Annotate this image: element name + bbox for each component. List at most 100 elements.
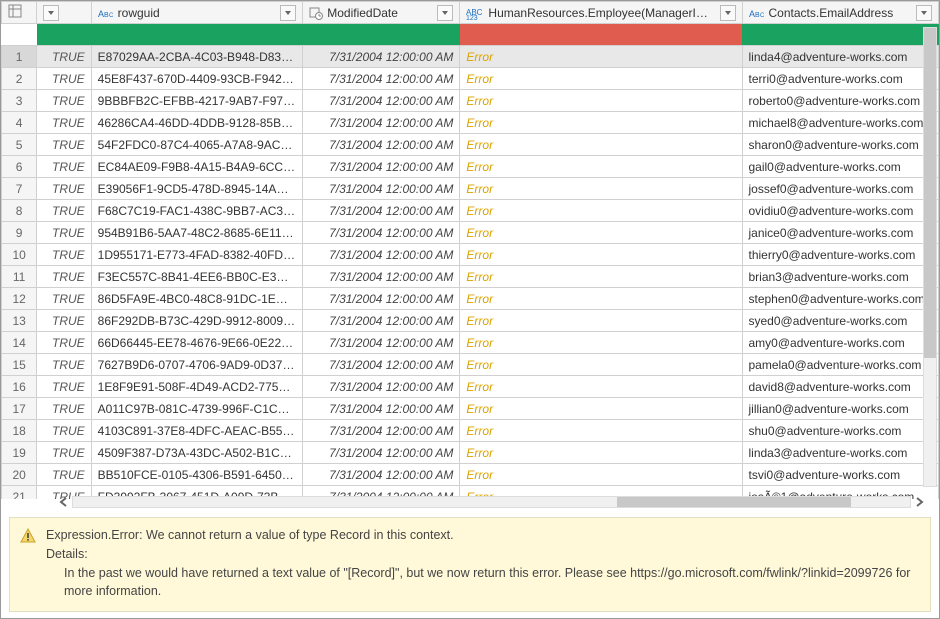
cell-title-error[interactable]: Error	[460, 442, 742, 464]
cell-modifieddate[interactable]: 7/31/2004 12:00:00 AM	[303, 354, 460, 376]
row-number[interactable]: 20	[2, 464, 37, 486]
row-number[interactable]: 15	[2, 354, 37, 376]
row-number[interactable]: 19	[2, 442, 37, 464]
cell-bool[interactable]: TRUE	[37, 134, 91, 156]
corner-cell[interactable]	[2, 2, 37, 24]
cell-rowguid[interactable]: 4103C891-37E8-4DFC-AEAC-B55E2BC1B...	[91, 420, 303, 442]
cell-rowguid[interactable]: 46286CA4-46DD-4DDB-9128-85B67E98D...	[91, 112, 303, 134]
cell-modifieddate[interactable]: 7/31/2004 12:00:00 AM	[303, 420, 460, 442]
cell-rowguid[interactable]: 86D5FA9E-4BC0-48C8-91DC-1EC467418...	[91, 288, 303, 310]
cell-rowguid[interactable]: 54F2FDC0-87C4-4065-A7A8-9AC8EA624...	[91, 134, 303, 156]
table-row[interactable]: 6TRUEEC84AE09-F9B8-4A15-B4A9-6CCBAB919..…	[2, 156, 939, 178]
cell-title-error[interactable]: Error	[460, 464, 742, 486]
table-row[interactable]: 5TRUE54F2FDC0-87C4-4065-A7A8-9AC8EA624..…	[2, 134, 939, 156]
cell-bool[interactable]: TRUE	[37, 464, 91, 486]
table-row[interactable]: 8TRUEF68C7C19-FAC1-438C-9BB7-AC33FCC34..…	[2, 200, 939, 222]
cell-rowguid[interactable]: F3EC557C-8B41-4EE6-BB0C-E3B93AFF81...	[91, 266, 303, 288]
cell-modifieddate[interactable]: 7/31/2004 12:00:00 AM	[303, 244, 460, 266]
row-number[interactable]: 8	[2, 200, 37, 222]
cell-title-error[interactable]: Error	[460, 266, 742, 288]
cell-bool[interactable]: TRUE	[37, 398, 91, 420]
table-row[interactable]: 14TRUE66D66445-EE78-4676-9E66-0E22D6109A…	[2, 332, 939, 354]
table-row[interactable]: 18TRUE4103C891-37E8-4DFC-AEAC-B55E2BC1B.…	[2, 420, 939, 442]
cell-title-error[interactable]: Error	[460, 134, 742, 156]
cell-email[interactable]: syed0@adventure-works.com	[742, 310, 939, 332]
cell-title-error[interactable]: Error	[460, 68, 742, 90]
cell-email[interactable]: david8@adventure-works.com	[742, 376, 939, 398]
row-number[interactable]: 3	[2, 90, 37, 112]
cell-email[interactable]: jossef0@adventure-works.com	[742, 178, 939, 200]
cell-bool[interactable]: TRUE	[37, 178, 91, 200]
cell-modifieddate[interactable]: 7/31/2004 12:00:00 AM	[303, 68, 460, 90]
cell-modifieddate[interactable]: 7/31/2004 12:00:00 AM	[303, 288, 460, 310]
cell-bool[interactable]: TRUE	[37, 90, 91, 112]
cell-rowguid[interactable]: 66D66445-EE78-4676-9E66-0E22D6109A...	[91, 332, 303, 354]
cell-title-error[interactable]: Error	[460, 376, 742, 398]
row-number[interactable]: 4	[2, 112, 37, 134]
cell-modifieddate[interactable]: 7/31/2004 12:00:00 AM	[303, 178, 460, 200]
cell-rowguid[interactable]: E87029AA-2CBA-4C03-B948-D83AF0313...	[91, 46, 303, 68]
table-row[interactable]: 20TRUEBB510FCE-0105-4306-B591-6450D9EBF4…	[2, 464, 939, 486]
cell-title-error[interactable]: Error	[460, 244, 742, 266]
cell-email[interactable]: ovidiu0@adventure-works.com	[742, 200, 939, 222]
cell-title-error[interactable]: Error	[460, 288, 742, 310]
table-row[interactable]: 4TRUE46286CA4-46DD-4DDB-9128-85B67E98D..…	[2, 112, 939, 134]
table-row[interactable]: 11TRUEF3EC557C-8B41-4EE6-BB0C-E3B93AFF81…	[2, 266, 939, 288]
cell-bool[interactable]: TRUE	[37, 442, 91, 464]
row-number[interactable]: 6	[2, 156, 37, 178]
cell-email[interactable]: sharon0@adventure-works.com	[742, 134, 939, 156]
cell-modifieddate[interactable]: 7/31/2004 12:00:00 AM	[303, 90, 460, 112]
cell-email[interactable]: terri0@adventure-works.com	[742, 68, 939, 90]
cell-email[interactable]: linda3@adventure-works.com	[742, 442, 939, 464]
row-number[interactable]: 12	[2, 288, 37, 310]
cell-modifieddate[interactable]: 7/31/2004 12:00:00 AM	[303, 398, 460, 420]
cell-email[interactable]: janice0@adventure-works.com	[742, 222, 939, 244]
cell-email[interactable]: tsvi0@adventure-works.com	[742, 464, 939, 486]
table-row[interactable]: 1TRUEE87029AA-2CBA-4C03-B948-D83AF0313..…	[2, 46, 939, 68]
cell-bool[interactable]: TRUE	[37, 288, 91, 310]
cell-rowguid[interactable]: A011C97B-081C-4739-996F-C1CAC4532F...	[91, 398, 303, 420]
scroll-left-icon[interactable]	[56, 494, 72, 510]
table-row[interactable]: 13TRUE86F292DB-B73C-429D-9912-800994D80.…	[2, 310, 939, 332]
cell-title-error[interactable]: Error	[460, 200, 742, 222]
cell-modifieddate[interactable]: 7/31/2004 12:00:00 AM	[303, 200, 460, 222]
cell-email[interactable]: stephen0@adventure-works.com	[742, 288, 939, 310]
row-number[interactable]: 2	[2, 68, 37, 90]
cell-modifieddate[interactable]: 7/31/2004 12:00:00 AM	[303, 310, 460, 332]
cell-rowguid[interactable]: 9BBBFB2C-EFBB-4217-9AB7-F976893288...	[91, 90, 303, 112]
cell-title-error[interactable]: Error	[460, 310, 742, 332]
cell-bool[interactable]: TRUE	[37, 354, 91, 376]
cell-email[interactable]: roberto0@adventure-works.com	[742, 90, 939, 112]
cell-rowguid[interactable]: EC84AE09-F9B8-4A15-B4A9-6CCBAB919...	[91, 156, 303, 178]
scroll-track[interactable]	[72, 496, 911, 508]
table-row[interactable]: 17TRUEA011C97B-081C-4739-996F-C1CAC4532F…	[2, 398, 939, 420]
table-row[interactable]: 15TRUE7627B9D6-0707-4706-9AD9-0D37506B0.…	[2, 354, 939, 376]
cell-title-error[interactable]: Error	[460, 178, 742, 200]
cell-title-error[interactable]: Error	[460, 156, 742, 178]
row-number[interactable]: 10	[2, 244, 37, 266]
filter-dropdown-icon[interactable]	[280, 5, 296, 21]
cell-rowguid[interactable]: F68C7C19-FAC1-438C-9BB7-AC33FCC34...	[91, 200, 303, 222]
column-header-rowguid[interactable]: ABC rowguid	[91, 2, 303, 24]
cell-bool[interactable]: TRUE	[37, 332, 91, 354]
scroll-thumb[interactable]	[924, 28, 936, 358]
cell-bool[interactable]: TRUE	[37, 222, 91, 244]
row-number[interactable]: 21	[2, 486, 37, 500]
row-number[interactable]: 7	[2, 178, 37, 200]
cell-rowguid[interactable]: 4509F387-D73A-43DC-A502-B1C27AA1D...	[91, 442, 303, 464]
cell-modifieddate[interactable]: 7/31/2004 12:00:00 AM	[303, 376, 460, 398]
table-row[interactable]: 12TRUE86D5FA9E-4BC0-48C8-91DC-1EC467418.…	[2, 288, 939, 310]
cell-email[interactable]: jillian0@adventure-works.com	[742, 398, 939, 420]
cell-title-error[interactable]: Error	[460, 398, 742, 420]
column-header-bool[interactable]	[37, 2, 91, 24]
cell-bool[interactable]: TRUE	[37, 310, 91, 332]
cell-modifieddate[interactable]: 7/31/2004 12:00:00 AM	[303, 46, 460, 68]
table-row[interactable]: 3TRUE9BBBFB2C-EFBB-4217-9AB7-F976893288.…	[2, 90, 939, 112]
cell-email[interactable]: linda4@adventure-works.com	[742, 46, 939, 68]
cell-rowguid[interactable]: E39056F1-9CD5-478D-8945-14ACA7FBD...	[91, 178, 303, 200]
cell-bool[interactable]: TRUE	[37, 266, 91, 288]
cell-email[interactable]: shu0@adventure-works.com	[742, 420, 939, 442]
row-number[interactable]: 13	[2, 310, 37, 332]
table-row[interactable]: 7TRUEE39056F1-9CD5-478D-8945-14ACA7FBD..…	[2, 178, 939, 200]
cell-modifieddate[interactable]: 7/31/2004 12:00:00 AM	[303, 156, 460, 178]
